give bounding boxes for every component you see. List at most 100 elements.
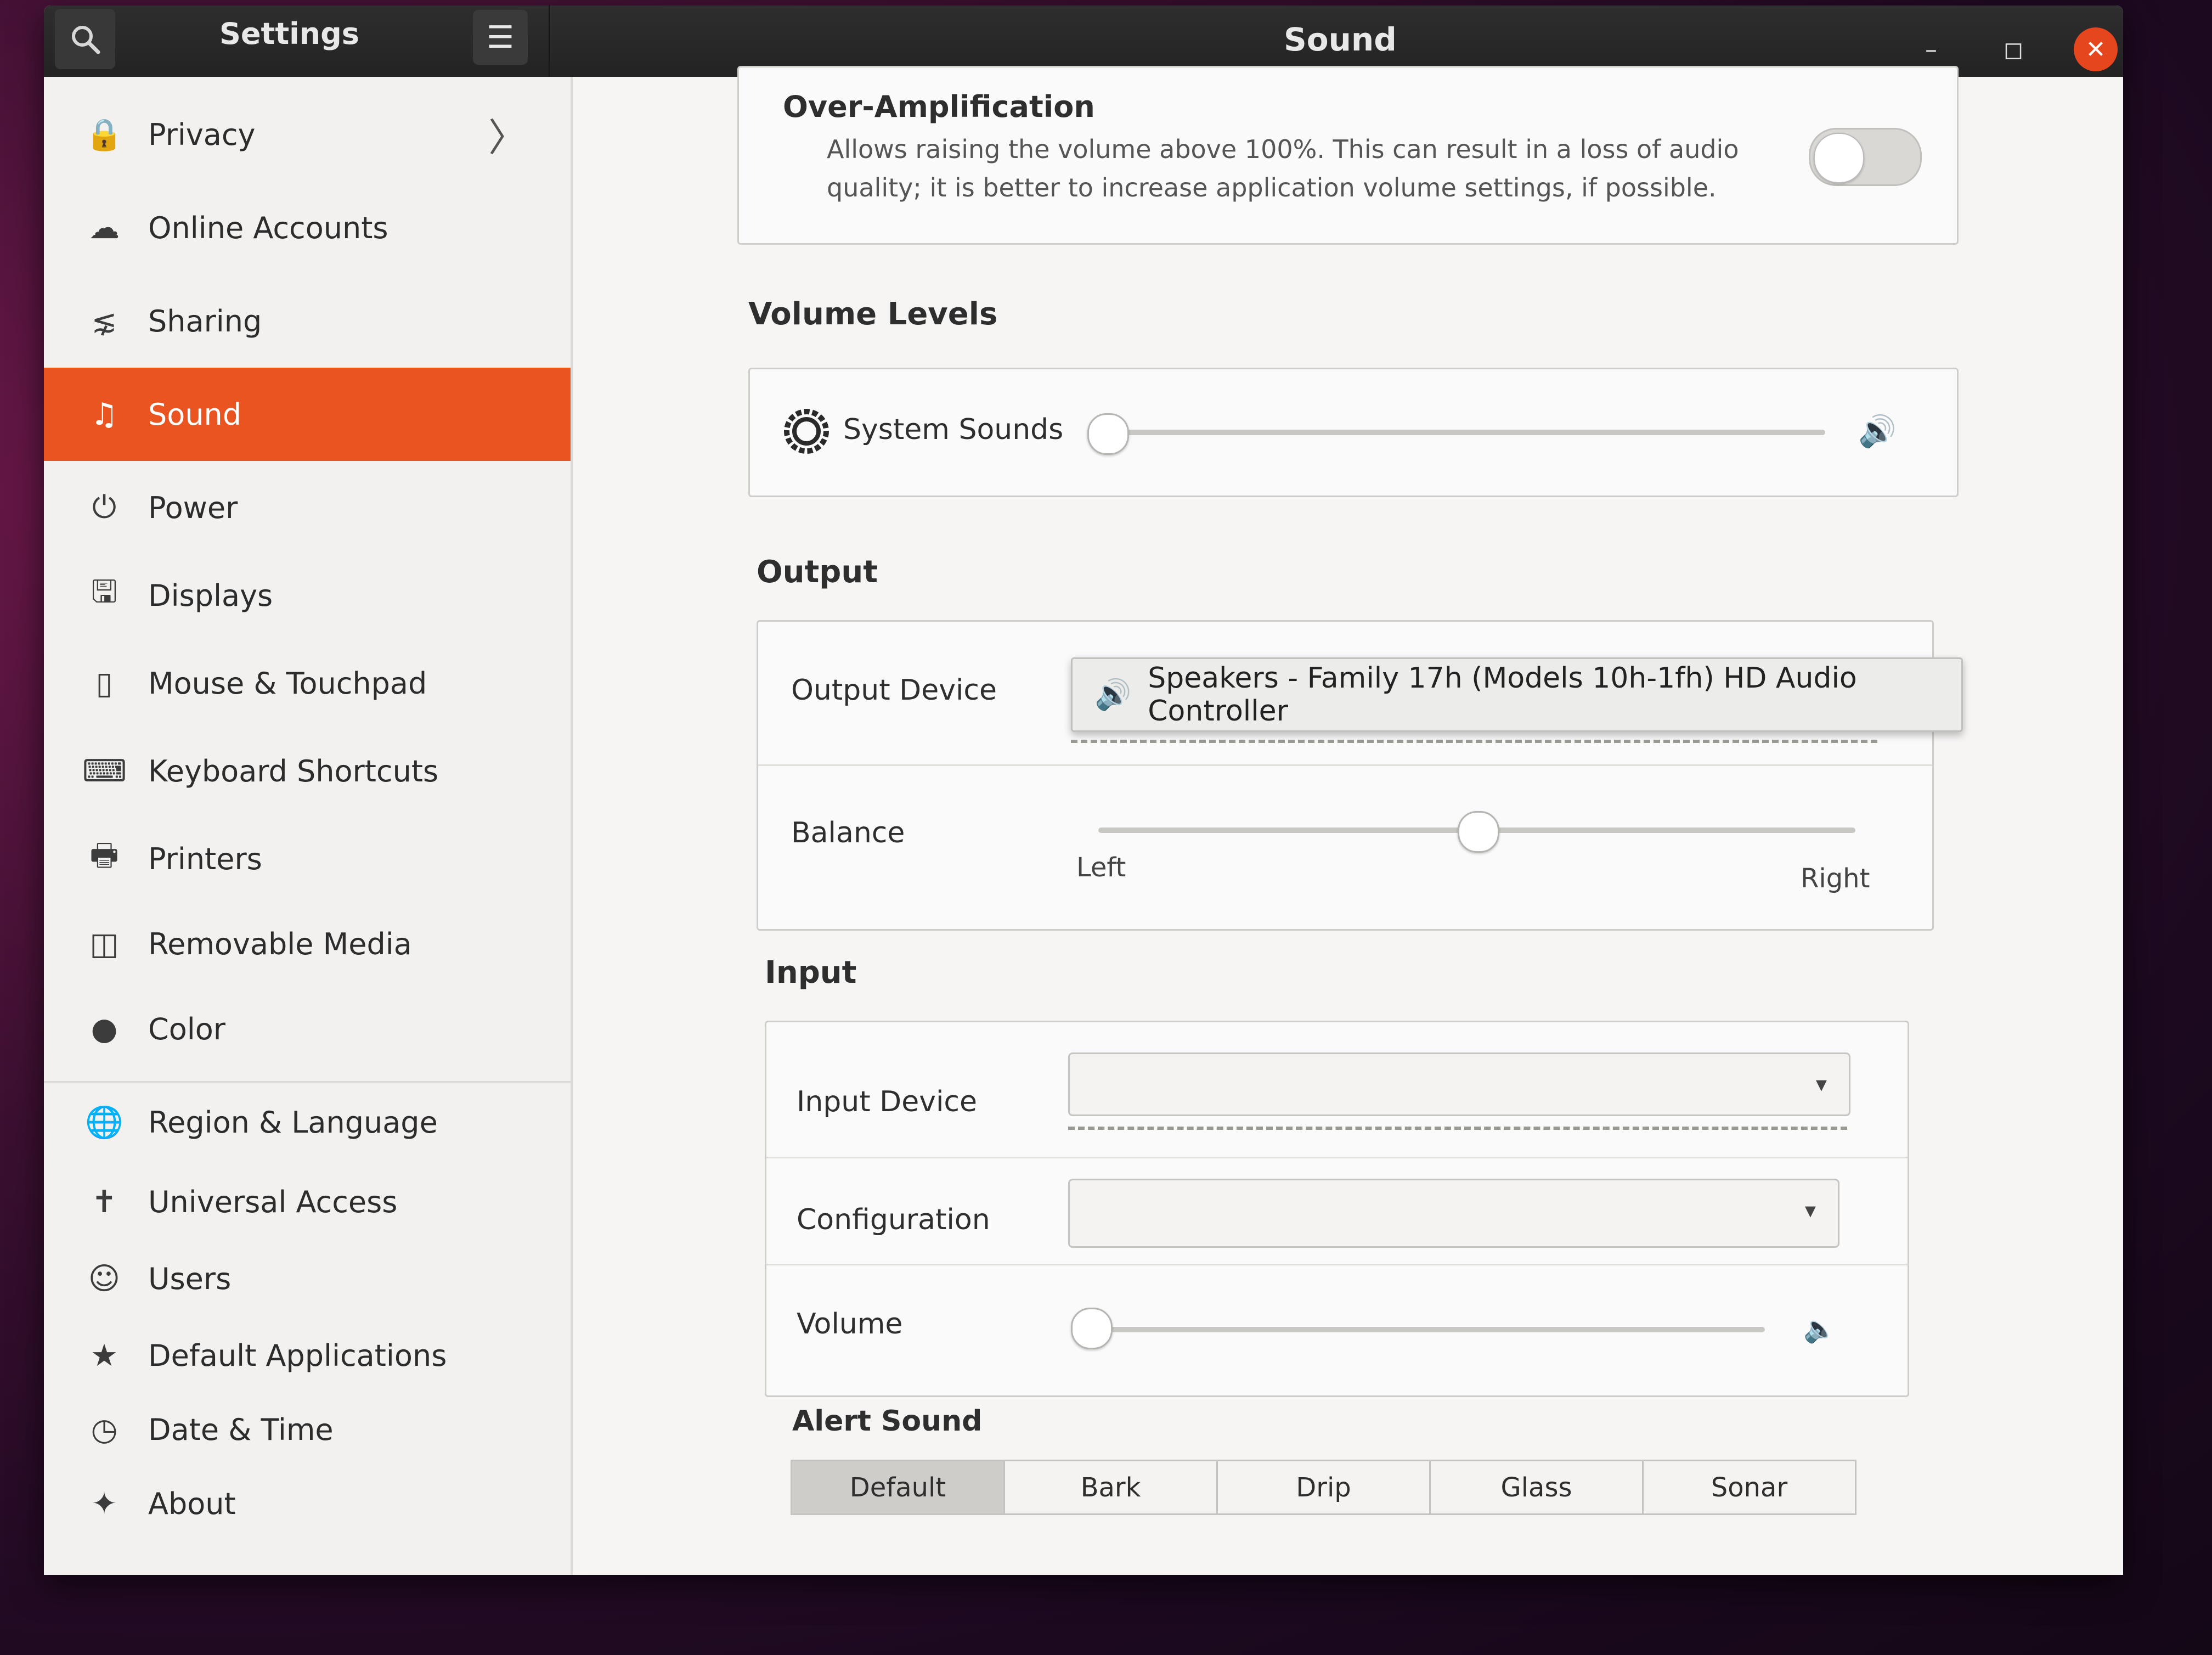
sidebar-item-label: Color xyxy=(148,1011,225,1046)
sidebar-item-about[interactable]: ✦ About xyxy=(44,1457,571,1550)
system-sounds-label: System Sounds xyxy=(843,413,1064,446)
keyboard-icon: ⌨ xyxy=(82,753,127,789)
sidebar-item-privacy[interactable]: 🔒 Privacy 〉 xyxy=(44,88,571,181)
volume-levels-frame: System Sounds 🔊 xyxy=(748,368,1959,497)
configuration-label: Configuration xyxy=(797,1203,990,1236)
sidebar-item-label: Printers xyxy=(148,841,262,876)
maximize-button[interactable]: ◻ xyxy=(1991,27,2035,71)
chevron-right-icon: 〉 xyxy=(488,115,527,160)
input-volume-slider-handle[interactable] xyxy=(1071,1308,1113,1349)
menu-button[interactable]: ☰ xyxy=(473,10,528,65)
removable-media-icon: ◫ xyxy=(89,926,119,962)
sidebar-item-online-accounts[interactable]: ☁ Online Accounts xyxy=(44,181,571,274)
sidebar-item-power[interactable]: ⏻ Power xyxy=(44,461,571,554)
input-row-separator xyxy=(766,1157,1908,1158)
sidebar-item-label: Displays xyxy=(148,578,273,613)
input-frame: Input Device ▾ Configuration ▾ Volume 🔈 xyxy=(765,1021,1909,1397)
alert-sound-heading: Alert Sound xyxy=(792,1405,983,1438)
minimize-button[interactable]: – xyxy=(1909,27,1953,71)
lock-icon: 🔒 xyxy=(85,117,123,153)
input-device-dash-line xyxy=(1068,1127,1847,1130)
output-device-dash-line xyxy=(1071,740,1877,743)
color-icon: ● xyxy=(91,1011,118,1047)
volume-levels-heading: Volume Levels xyxy=(748,296,998,332)
sidebar-item-label: Keyboard Shortcuts xyxy=(148,753,439,789)
alert-sound-glass-button[interactable]: Glass xyxy=(1429,1460,1644,1515)
system-sounds-slider-handle[interactable] xyxy=(1087,413,1129,455)
sidebar-item-label: Users xyxy=(148,1261,232,1296)
sidebar-item-label: Date & Time xyxy=(148,1412,334,1447)
hamburger-icon: ☰ xyxy=(486,19,515,55)
sidebar-item-keyboard-shortcuts[interactable]: ⌨ Keyboard Shortcuts xyxy=(44,724,571,818)
maximize-icon: ◻ xyxy=(2003,35,2024,64)
speaker-icon: 🔊 xyxy=(1094,677,1132,712)
toggle-knob xyxy=(1814,133,1864,183)
input-device-label: Input Device xyxy=(797,1085,978,1118)
balance-slider-handle[interactable] xyxy=(1458,811,1499,853)
output-heading: Output xyxy=(757,554,878,590)
balance-left-label: Left xyxy=(1076,852,1126,883)
sound-panel: Over-Amplification Allows raising the vo… xyxy=(573,66,2123,1575)
balance-label: Balance xyxy=(791,817,905,849)
chevron-down-icon: ▾ xyxy=(1804,1198,1816,1223)
over-amplification-description-line2: quality; it is better to increase applic… xyxy=(827,173,1717,202)
clock-icon: ◷ xyxy=(91,1411,118,1448)
sidebar-item-label: Privacy xyxy=(148,117,256,152)
app-title: Settings xyxy=(219,16,359,51)
sidebar-item-label: Power xyxy=(148,490,238,525)
search-button[interactable] xyxy=(55,9,115,69)
cloud-icon: ☁ xyxy=(89,210,120,246)
search-icon xyxy=(72,26,100,54)
output-frame: Output Device 🔊 Speakers - Family 17h (M… xyxy=(757,620,1963,931)
input-heading: Input xyxy=(765,955,857,990)
output-device-dropdown[interactable]: 🔊 Speakers - Family 17h (Models 10h-1fh)… xyxy=(1071,657,1963,732)
star-icon: ★ xyxy=(90,1337,119,1373)
over-amplification-description-line1: Allows raising the volume above 100%. Th… xyxy=(827,134,1739,164)
balance-right-label: Right xyxy=(1801,863,1870,894)
alert-sound-button-group: Default Bark Drip Glass Sonar xyxy=(791,1460,1857,1515)
close-button[interactable]: ✕ xyxy=(2074,27,2118,71)
sidebar-item-displays[interactable]: 🖫 Displays xyxy=(44,549,571,642)
user-icon: ☺ xyxy=(88,1260,121,1297)
sidebar-item-label: Region & Language xyxy=(148,1105,438,1140)
sidebar: 🔒 Privacy 〉 ☁ Online Accounts ⋦ Sharing … xyxy=(44,77,573,1575)
over-amplification-frame: Over-Amplification Allows raising the vo… xyxy=(737,66,1959,245)
sidebar-item-label: Default Applications xyxy=(148,1338,447,1373)
speaker-volume-icon: 🔊 xyxy=(1858,414,1897,449)
sparkle-icon: ✦ xyxy=(91,1485,117,1522)
alert-sound-sonar-button[interactable]: Sonar xyxy=(1642,1460,1857,1515)
sidebar-item-printers[interactable]: 🖶 Printers xyxy=(44,812,571,905)
minimize-icon: – xyxy=(1925,35,1937,64)
sidebar-item-label: About xyxy=(148,1486,236,1521)
sidebar-item-label: Sharing xyxy=(148,303,262,339)
over-amplification-toggle[interactable] xyxy=(1809,128,1922,186)
muted-speaker-icon: 🔈 xyxy=(1803,1314,1836,1344)
sidebar-item-label: Sound xyxy=(148,397,242,432)
printer-icon: 🖶 xyxy=(89,837,119,873)
close-icon: ✕ xyxy=(2085,35,2106,64)
share-icon: ⋦ xyxy=(91,303,117,339)
page-title: Sound xyxy=(1284,21,1397,58)
sidebar-item-label: Universal Access xyxy=(148,1184,398,1219)
settings-window: Settings ☰ Sound – ◻ ✕ 🔒 Privacy 〉 ☁ Onl… xyxy=(44,5,2123,1575)
sidebar-item-color[interactable]: ● Color xyxy=(44,982,571,1076)
sidebar-item-sound[interactable]: ♫ Sound xyxy=(44,368,571,461)
input-row-separator xyxy=(766,1264,1908,1265)
globe-icon: 🌐 xyxy=(85,1105,123,1140)
system-sounds-slider[interactable] xyxy=(1107,430,1825,435)
alert-sound-bark-button[interactable]: Bark xyxy=(1003,1460,1218,1515)
sidebar-item-label: Removable Media xyxy=(148,926,412,961)
power-icon: ⏻ xyxy=(92,489,117,525)
alert-sound-default-button[interactable]: Default xyxy=(791,1460,1005,1515)
input-volume-slider[interactable] xyxy=(1090,1327,1765,1332)
accessibility-icon: ✝ xyxy=(91,1184,117,1220)
configuration-dropdown[interactable]: ▾ xyxy=(1068,1179,1839,1248)
sidebar-item-mouse-touchpad[interactable]: ▯ Mouse & Touchpad xyxy=(44,637,571,730)
sidebar-item-label: Mouse & Touchpad xyxy=(148,666,427,701)
sidebar-item-removable-media[interactable]: ◫ Removable Media xyxy=(44,897,571,990)
input-device-dropdown[interactable]: ▾ xyxy=(1068,1052,1850,1116)
sidebar-item-sharing[interactable]: ⋦ Sharing xyxy=(44,274,571,368)
sidebar-item-label: Online Accounts xyxy=(148,210,388,245)
alert-sound-drip-button[interactable]: Drip xyxy=(1216,1460,1431,1515)
output-row-separator xyxy=(758,764,1932,766)
